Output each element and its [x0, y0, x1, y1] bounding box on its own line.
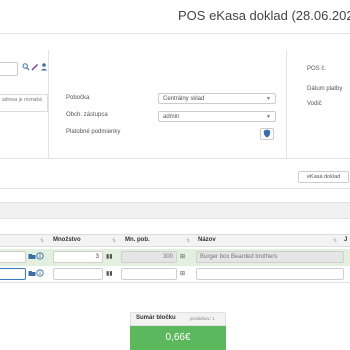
summary-total: 0,66€: [130, 326, 226, 350]
toolbar-band: [0, 202, 350, 219]
customer-icon-group: [22, 62, 48, 76]
driver-label: Vodič: [307, 101, 322, 107]
calculator-icon[interactable]: ⊞: [180, 251, 185, 263]
pos-label: POS č.: [307, 66, 327, 72]
rep-label: Obch. zástupca: [66, 112, 108, 118]
quantity-field[interactable]: 3: [53, 251, 103, 263]
product-name-field[interactable]: [196, 268, 344, 280]
page-title: POS eKasa doklad (28.06.2021): [178, 8, 350, 23]
quantity-field[interactable]: [53, 268, 103, 280]
payment-date-label: Dátum platby: [307, 86, 343, 92]
info-icon[interactable]: [36, 251, 44, 265]
info-icon[interactable]: [36, 268, 44, 282]
folder-icon[interactable]: [28, 268, 36, 282]
terms-label: Platobné podmienky: [66, 129, 121, 135]
sort-icon[interactable]: ⇅: [333, 238, 337, 244]
product-code-field[interactable]: [0, 251, 26, 263]
sort-icon[interactable]: ⇅: [40, 238, 44, 244]
barcode-icon[interactable]: ▮▮: [106, 268, 113, 280]
branch-value: Centrálny sklad: [163, 95, 205, 102]
user-icon[interactable]: [40, 62, 48, 76]
product-count: produktov: 1: [190, 316, 215, 321]
stock-field: [121, 268, 177, 280]
rep-value: admin: [163, 113, 180, 120]
panel-divider: [48, 50, 49, 158]
column-header[interactable]: Názov: [198, 237, 216, 243]
column-header[interactable]: Mn. pob.: [125, 237, 150, 243]
column-header[interactable]: Množstvo: [53, 237, 81, 243]
product-name-field: Burger box Bearded brothers: [196, 251, 344, 263]
chevron-down-icon: ▼: [266, 95, 271, 102]
sort-icon[interactable]: ⇅: [186, 238, 190, 244]
ekasa-button[interactable]: eKasa doklad: [298, 171, 350, 183]
product-code-input[interactable]: [0, 268, 26, 280]
barcode-icon[interactable]: ▮▮: [106, 251, 113, 263]
branch-label: Pobočka: [66, 95, 90, 101]
section-divider: [0, 188, 350, 189]
stock-field: 300: [121, 251, 177, 263]
summary-label: Sumár bločku: [136, 315, 176, 321]
edit-icon[interactable]: [31, 62, 39, 76]
rep-select[interactable]: admin ▼: [158, 111, 276, 122]
calculator-icon[interactable]: ⊞: [180, 268, 185, 280]
column-header[interactable]: J: [344, 237, 347, 243]
panel-divider: [286, 50, 287, 158]
address-note: adresa je rovnaká: [0, 94, 48, 112]
chevron-down-icon: ▼: [266, 113, 271, 120]
shield-icon[interactable]: [260, 128, 274, 140]
sort-icon[interactable]: ⇅: [112, 238, 116, 244]
folder-icon[interactable]: [28, 251, 36, 265]
search-icon[interactable]: [22, 62, 30, 76]
header-divider: [0, 33, 350, 34]
customer-input[interactable]: [0, 62, 18, 76]
branch-select[interactable]: Centrálny sklad ▼: [158, 93, 276, 104]
section-divider: [0, 158, 350, 159]
